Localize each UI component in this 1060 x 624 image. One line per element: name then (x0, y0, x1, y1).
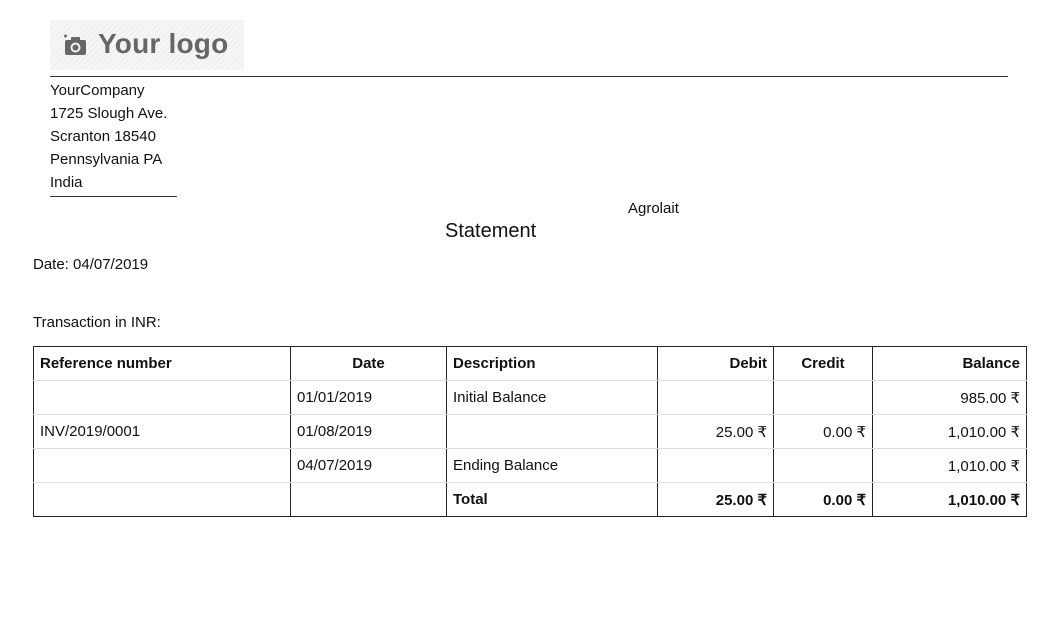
total-date (290, 482, 447, 517)
table-row: INV/2019/0001 01/08/2019 25.00 ₹ 0.00 ₹ … (33, 414, 1027, 449)
table-row: 01/01/2019 Initial Balance 985.00 ₹ (33, 380, 1027, 415)
cell-date: 04/07/2019 (290, 448, 447, 483)
cell-description: Ending Balance (446, 448, 658, 483)
column-header-description: Description (446, 346, 658, 381)
currency-note: Transaction in INR: (33, 314, 161, 331)
company-street: 1725 Slough Ave. (50, 105, 168, 122)
cell-description (446, 414, 658, 449)
cell-credit (773, 380, 873, 415)
cell-debit: 25.00 ₹ (657, 414, 774, 449)
company-name: YourCompany (50, 82, 145, 99)
cell-balance: 1,010.00 ₹ (872, 414, 1027, 449)
cell-date: 01/01/2019 (290, 380, 447, 415)
company-address: YourCompany 1725 Slough Ave. Scranton 18… (50, 79, 177, 197)
company-city: Scranton 18540 (50, 128, 156, 145)
company-state: Pennsylvania PA (50, 151, 163, 168)
camera-plus-icon (64, 34, 86, 55)
cell-balance: 985.00 ₹ (872, 380, 1027, 415)
column-header-date: Date (290, 346, 447, 381)
total-reference (33, 482, 291, 517)
page-title: Statement (445, 220, 537, 242)
total-debit: 25.00 ₹ (657, 482, 774, 517)
table-row: 04/07/2019 Ending Balance 1,010.00 ₹ (33, 448, 1027, 483)
company-logo: Your logo (50, 20, 244, 70)
column-header-debit: Debit (657, 346, 774, 381)
company-country: India (50, 174, 83, 191)
cell-credit: 0.00 ₹ (773, 414, 873, 449)
header-divider (50, 76, 1008, 77)
total-balance: 1,010.00 ₹ (872, 482, 1027, 517)
cell-reference: INV/2019/0001 (33, 414, 291, 449)
total-label: Total (446, 482, 658, 517)
table-header-row: Reference number Date Description Debit … (33, 346, 1027, 381)
column-header-reference: Reference number (33, 346, 291, 381)
logo-text: Your logo (98, 28, 229, 59)
column-header-credit: Credit (773, 346, 873, 381)
cell-date: 01/08/2019 (290, 414, 447, 449)
table-total-row: Total 25.00 ₹ 0.00 ₹ 1,010.00 ₹ (33, 482, 1027, 517)
partner-name: Agrolait (628, 200, 679, 217)
statement-date: Date: 04/07/2019 (33, 256, 149, 273)
column-header-balance: Balance (872, 346, 1027, 381)
total-credit: 0.00 ₹ (773, 482, 873, 517)
cell-debit (657, 448, 774, 483)
statement-table: Reference number Date Description Debit … (33, 346, 1027, 517)
cell-credit (773, 448, 873, 483)
cell-reference (33, 448, 291, 483)
cell-reference (33, 380, 291, 415)
cell-description: Initial Balance (446, 380, 658, 415)
cell-debit (657, 380, 774, 415)
cell-balance: 1,010.00 ₹ (872, 448, 1027, 483)
